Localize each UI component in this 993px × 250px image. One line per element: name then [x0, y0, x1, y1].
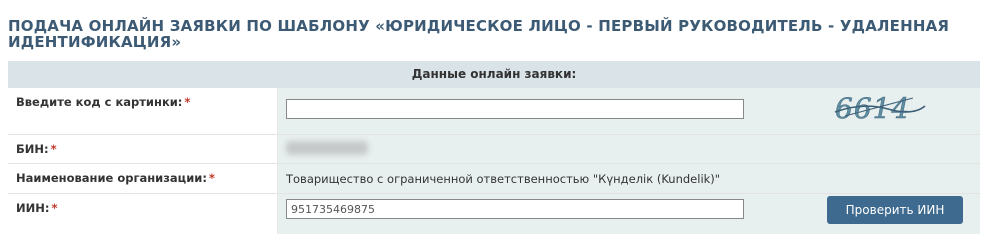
organization-label: Наименование организации:: [16, 171, 207, 185]
organization-label-cell: Наименование организации: *: [8, 164, 278, 193]
iin-row: ИИН:* Проверить ИИН: [8, 194, 980, 234]
bin-value-redacted: [286, 141, 368, 155]
bin-row: БИН: *: [8, 135, 980, 164]
page-title: ПОДАЧА ОНЛАЙН ЗАЯВКИ ПО ШАБЛОНУ «ЮРИДИЧЕ…: [8, 17, 950, 51]
check-iin-button[interactable]: Проверить ИИН: [827, 196, 963, 224]
required-mark: *: [50, 142, 57, 156]
required-mark: *: [184, 95, 191, 109]
bin-label-cell: БИН: *: [8, 135, 278, 163]
form-header: Данные онлайн заявки:: [8, 61, 980, 88]
captcha-image: 6614: [835, 92, 926, 125]
required-mark: *: [51, 201, 58, 215]
organization-value: Товарищество с ограниченной ответственно…: [286, 172, 721, 186]
bin-value-cell: [278, 135, 980, 163]
captcha-value-cell: 6614: [278, 88, 980, 134]
iin-input[interactable]: [286, 199, 744, 219]
iin-label-cell: ИИН: *: [8, 194, 278, 234]
required-mark: *: [208, 171, 215, 185]
organization-row: Наименование организации: * Товарищество …: [8, 164, 980, 194]
bin-label: БИН:: [16, 142, 49, 156]
captcha-label: Введите код с картинки:: [16, 95, 183, 109]
organization-value-cell: Товарищество с ограниченной ответственно…: [278, 164, 980, 193]
captcha-input[interactable]: [286, 99, 744, 119]
application-form: Данные онлайн заявки: Введите код с карт…: [8, 61, 980, 234]
iin-label: ИИН:: [16, 201, 50, 215]
iin-value-cell: Проверить ИИН: [278, 194, 980, 234]
captcha-label-cell: Введите код с картинки: *: [8, 88, 278, 134]
captcha-row: Введите код с картинки: * 6614: [8, 88, 980, 135]
